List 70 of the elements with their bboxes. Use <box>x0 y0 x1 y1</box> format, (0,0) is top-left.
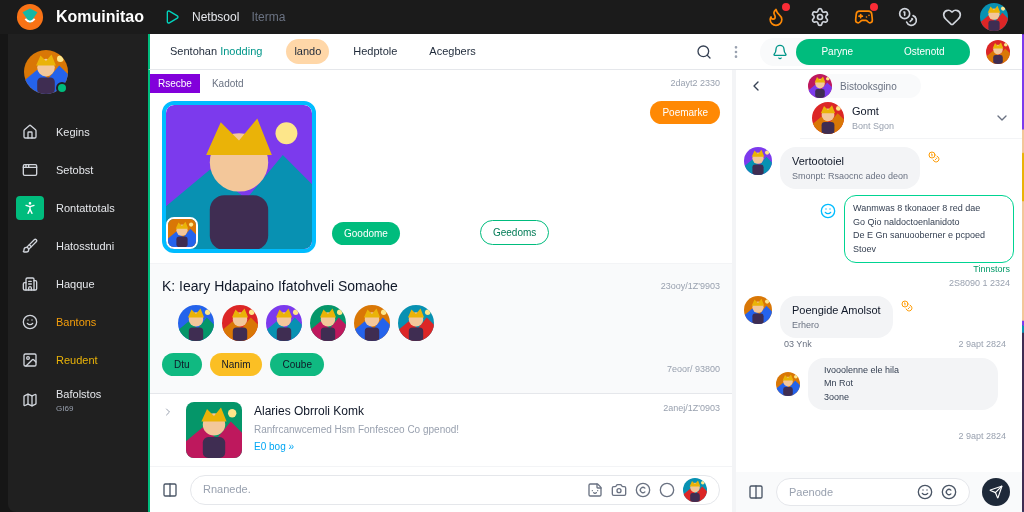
coin-icon <box>928 151 941 163</box>
toolbar-icon[interactable] <box>854 7 874 27</box>
nav-link[interactable]: Netbsool <box>192 8 240 26</box>
bell-icon[interactable] <box>772 43 788 60</box>
coin-icon <box>900 300 913 312</box>
chat-input[interactable]: Paenode <box>789 483 909 501</box>
message-text: Wanmwas 8 tkonaoer 8 red dae <box>853 202 982 215</box>
section-date: 7eoor/ 93800 <box>666 362 720 376</box>
sender-name: Poengide Amolsot <box>792 303 881 318</box>
contact-name: Gomt <box>852 104 880 119</box>
sidebar-item[interactable]: Bantons <box>56 313 97 331</box>
item-subtitle: GI69 <box>56 402 75 415</box>
toolbar-icon[interactable] <box>942 7 962 27</box>
send-icon <box>989 485 1003 499</box>
item-title: Alaries Obrroli Komk <box>254 403 366 420</box>
category-tag: Rsecbe <box>150 74 200 93</box>
message-text: Ivooolenne ele hila <box>824 363 901 377</box>
chat-title: Bistooksgino <box>840 79 897 94</box>
section-title: K: Ieary Hdapaino Ifatohveli Somaohe <box>162 277 398 296</box>
smiley-icon <box>820 203 836 219</box>
search-icon[interactable] <box>696 43 712 60</box>
section-date: 23ooy/1Z'9903 <box>660 279 720 293</box>
layout-icon[interactable] <box>162 481 178 498</box>
chat-field[interactable]: Paenode <box>776 478 970 506</box>
author-name: Kadotd <box>211 77 244 91</box>
sidebar-item[interactable]: Reudent <box>56 351 98 369</box>
item-text: Ranfrcanwcemed Hsm Fonfesceo Co gpenod! <box>254 423 460 437</box>
copyright-icon[interactable] <box>941 484 957 500</box>
sender-name: Vertootoiel <box>792 154 845 169</box>
sidebar-item[interactable]: Setobst <box>56 161 94 179</box>
tab[interactable]: Sentohan Inodding <box>162 39 271 64</box>
message-text: 3oone <box>824 390 851 404</box>
tab[interactable]: Acegbers <box>421 39 484 64</box>
tab[interactable]: lando <box>286 39 330 64</box>
tab[interactable]: Hedptole <box>345 39 406 64</box>
post-date: 2dayt2 2330 <box>670 76 720 90</box>
contact-status: Bont Sgon <box>852 119 895 133</box>
sidebar-item[interactable]: Kegins <box>56 123 90 141</box>
play-icon <box>164 9 180 25</box>
sidebar-item[interactable]: Rontattotals <box>56 199 115 217</box>
camera-icon[interactable] <box>611 481 627 498</box>
message-time: 2 9apt 2824 <box>958 430 1007 443</box>
toolbar-icon[interactable] <box>898 7 918 27</box>
toolbar-icon[interactable] <box>810 7 830 27</box>
sidebar-item[interactable]: Hatosstudni <box>56 237 115 255</box>
layout-icon[interactable] <box>748 484 764 500</box>
message-text: De E Gn sanuooberner e pcpoed <box>853 229 987 242</box>
message-text: Go Qio naldoctoenlanidoto <box>853 215 961 229</box>
item-date: 2anej/1Z'0903 <box>663 402 720 415</box>
message-status: Tinnstors <box>973 263 1011 276</box>
sidebar-item[interactable]: Haqque <box>56 275 95 293</box>
message-meta: 03 Ynk <box>784 338 812 351</box>
tag-chip[interactable]: Coube <box>270 353 324 376</box>
tag-chip[interactable]: Dtu <box>162 353 202 376</box>
tag-chip[interactable]: Nanim <box>209 353 263 376</box>
message-time: 2 9apt 2824 <box>958 338 1006 351</box>
message-text: Stoev <box>853 242 877 256</box>
nav-link[interactable]: Iterma <box>251 8 286 26</box>
message-text: Erhero <box>792 318 820 332</box>
app-name: Komuinitao <box>56 7 144 27</box>
sidebar-item[interactable]: Bafolstos <box>56 386 102 403</box>
message-text: Smonpt: Rsaocnc adeo deon <box>792 169 909 183</box>
message-text: Mn Rot <box>824 377 854 390</box>
logo-icon <box>16 3 44 31</box>
message-time: 2S8090 1 2324 <box>948 276 1011 290</box>
record-icon[interactable] <box>659 481 675 498</box>
message-input[interactable]: Rnanede. <box>203 481 579 498</box>
send-button[interactable] <box>982 478 1010 506</box>
sticker-icon[interactable] <box>587 481 603 498</box>
toolbar-icon[interactable] <box>766 7 786 27</box>
